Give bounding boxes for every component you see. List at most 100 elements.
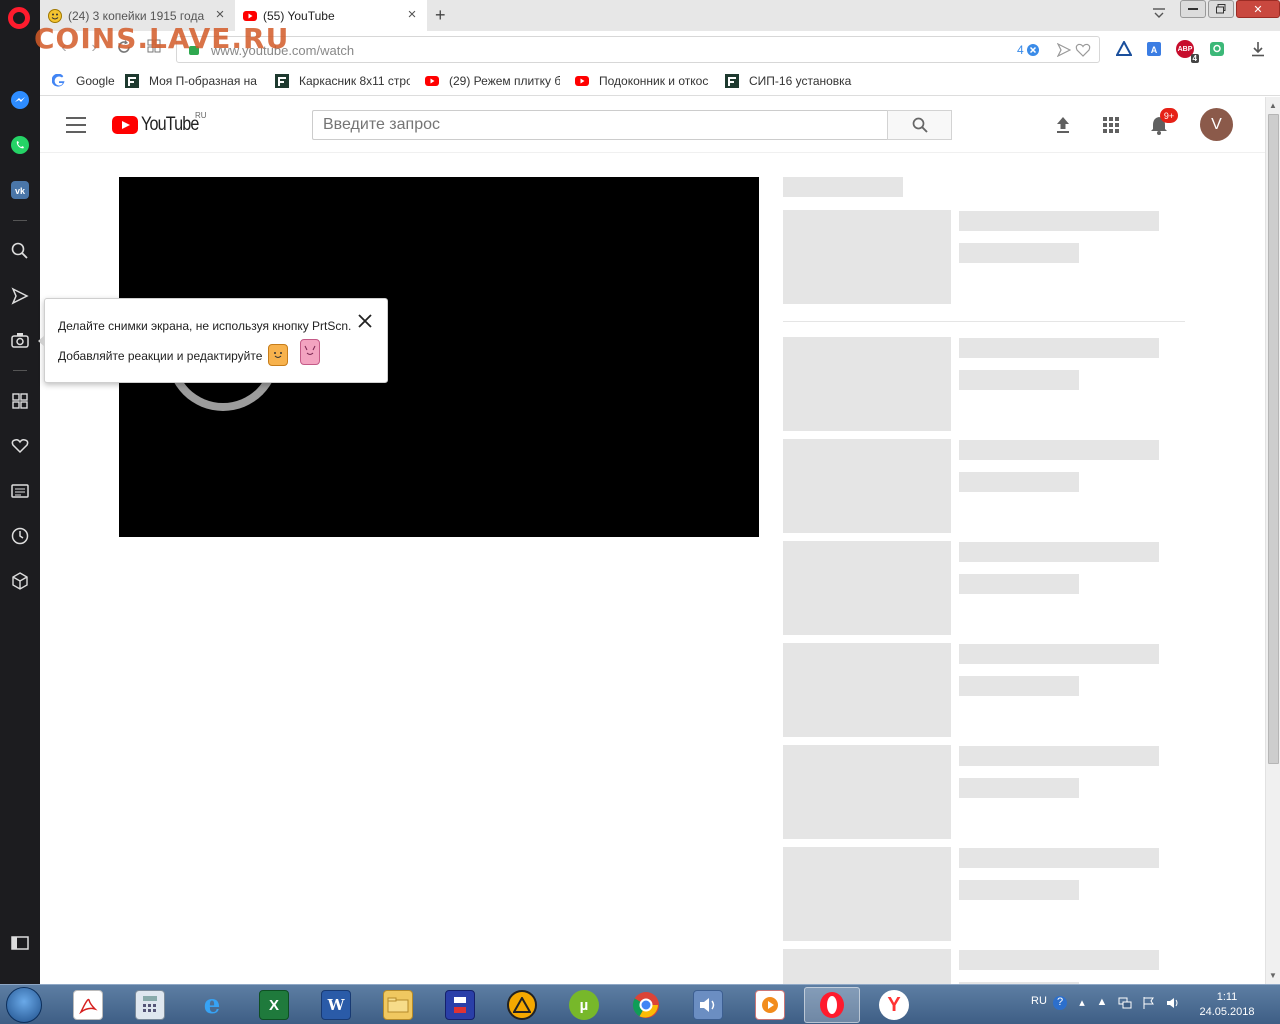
taskbar-volume-app[interactable] bbox=[680, 987, 736, 1023]
bookmark-item[interactable]: СИП-16 установка bbox=[725, 74, 865, 88]
search-icon[interactable] bbox=[8, 239, 32, 263]
bookmarks-bar: Google Моя П-образная на Каркасник 8х11 … bbox=[40, 68, 1280, 96]
network-icon[interactable] bbox=[1118, 996, 1132, 1010]
guide-menu-icon[interactable] bbox=[66, 117, 86, 133]
bookmark-heart-icon[interactable] bbox=[1075, 43, 1091, 60]
scroll-up-arrow-icon[interactable]: ▲ bbox=[1269, 101, 1277, 110]
start-button[interactable] bbox=[6, 987, 42, 1023]
skeleton-meta bbox=[959, 472, 1079, 492]
skeleton-meta bbox=[959, 574, 1079, 594]
bookmark-label: Подоконник и откос bbox=[599, 74, 709, 88]
messenger-icon[interactable] bbox=[8, 88, 32, 112]
skeleton-meta bbox=[959, 880, 1079, 900]
skeleton-meta bbox=[959, 243, 1079, 263]
taskbar-aimp[interactable] bbox=[494, 987, 550, 1023]
volume-icon[interactable] bbox=[1166, 996, 1180, 1010]
bookmark-item[interactable]: Подоконник и откос bbox=[575, 74, 710, 88]
bookmark-item[interactable]: (29) Режем плитку бо bbox=[425, 74, 560, 88]
tab-close-icon[interactable]: × bbox=[405, 7, 419, 22]
language-indicator[interactable]: RU bbox=[1031, 995, 1047, 1007]
close-icon[interactable] bbox=[357, 313, 373, 329]
taskbar-calculator[interactable] bbox=[122, 987, 178, 1023]
divider bbox=[783, 321, 1185, 322]
google-icon bbox=[52, 74, 66, 88]
tab-menu-icon[interactable] bbox=[1152, 6, 1166, 23]
taskbar-save-app[interactable] bbox=[432, 987, 488, 1023]
send-to-flow-icon[interactable] bbox=[1056, 42, 1072, 60]
tab-title: (24) 3 копейки 1915 года bbox=[68, 8, 205, 23]
taskbar-internet-explorer[interactable]: e bbox=[184, 987, 240, 1023]
window-controls: ✕ bbox=[1178, 0, 1280, 20]
apps-grid-icon[interactable] bbox=[1099, 113, 1123, 137]
chrome-icon bbox=[631, 990, 661, 1020]
news-icon[interactable] bbox=[8, 479, 32, 503]
utorrent-icon: µ bbox=[569, 990, 599, 1020]
bookmark-label: Моя П-образная на bbox=[149, 74, 257, 88]
restore-button[interactable] bbox=[1208, 0, 1234, 18]
minimize-button[interactable] bbox=[1180, 0, 1206, 18]
skeleton-title bbox=[959, 644, 1159, 664]
scroll-down-arrow-icon[interactable]: ▼ bbox=[1269, 971, 1277, 980]
translate-icon[interactable]: A bbox=[1145, 40, 1163, 58]
abp-label: ABP bbox=[1177, 45, 1193, 53]
abp-badge: 4 bbox=[1190, 54, 1199, 63]
taskbar-opera[interactable] bbox=[804, 987, 860, 1023]
url-input[interactable]: www.youtube.com/watch 4 bbox=[176, 36, 1100, 63]
whatsapp-icon[interactable] bbox=[8, 133, 32, 157]
taskbar-excel[interactable]: X bbox=[246, 987, 302, 1023]
taskbar-chrome[interactable] bbox=[618, 987, 674, 1023]
page-scrollbar[interactable]: ▲ ▼ bbox=[1265, 97, 1280, 984]
vpn-icon[interactable] bbox=[1208, 40, 1226, 58]
search-field[interactable] bbox=[312, 110, 888, 140]
taskbar-explorer[interactable] bbox=[370, 987, 426, 1023]
bookmark-item[interactable]: Каркасник 8х11 стро bbox=[275, 74, 410, 88]
bookmark-label: (29) Режем плитку бо bbox=[449, 74, 560, 88]
snapshot-camera-icon[interactable] bbox=[8, 328, 32, 352]
sidebar-toggle-icon[interactable] bbox=[8, 931, 32, 955]
search-button[interactable] bbox=[887, 110, 952, 140]
action-center-flag-icon[interactable] bbox=[1142, 996, 1156, 1010]
adblock-plus-icon[interactable]: ABP 4 bbox=[1176, 40, 1199, 63]
upload-icon[interactable] bbox=[1051, 113, 1075, 137]
bookmark-item[interactable]: Google bbox=[52, 74, 122, 88]
windows-taskbar: e X W µ Y RU ? ▴ ▲ 1:11 24.05.2018 bbox=[0, 984, 1280, 1024]
youtube-logo[interactable]: YouTube RU bbox=[112, 111, 209, 136]
speaker-icon bbox=[693, 990, 723, 1020]
flow-send-icon[interactable] bbox=[8, 284, 32, 308]
show-hidden-icons-icon[interactable]: ▲ bbox=[1095, 996, 1109, 1010]
taskbar-yandex-browser[interactable]: Y bbox=[866, 987, 922, 1023]
tray-arrow-icon[interactable]: ▴ bbox=[1075, 996, 1089, 1010]
close-window-button[interactable]: ✕ bbox=[1236, 0, 1280, 18]
heart-bookmarks-icon[interactable] bbox=[8, 434, 32, 458]
skeleton-thumbnail bbox=[783, 541, 951, 635]
skeleton-title bbox=[959, 848, 1159, 868]
tab-close-icon[interactable]: × bbox=[213, 7, 227, 22]
new-tab-button[interactable]: + bbox=[435, 5, 446, 26]
search-input[interactable] bbox=[313, 111, 888, 139]
taskbar-word[interactable]: W bbox=[308, 987, 364, 1023]
taskbar-acrobat[interactable] bbox=[60, 987, 116, 1023]
youtube-icon bbox=[575, 74, 589, 88]
downloads-icon[interactable] bbox=[1249, 40, 1267, 58]
vk-icon[interactable]: vk bbox=[8, 178, 32, 202]
avatar[interactable]: V bbox=[1200, 108, 1233, 141]
calculator-icon bbox=[135, 990, 165, 1020]
snapshot-tooltip: Делайте снимки экрана, не используя кноп… bbox=[38, 298, 388, 383]
system-clock[interactable]: 1:11 24.05.2018 bbox=[1196, 990, 1258, 1020]
extensions-cube-icon[interactable] bbox=[8, 569, 32, 593]
opera-menu-icon[interactable] bbox=[8, 7, 30, 29]
bookmark-label: Каркасник 8х11 стро bbox=[299, 74, 410, 88]
bookmark-item[interactable]: Моя П-образная на bbox=[125, 74, 260, 88]
help-icon[interactable]: ? bbox=[1053, 996, 1067, 1010]
alice-assistant-icon[interactable] bbox=[1115, 40, 1133, 58]
skeleton-thumbnail bbox=[783, 643, 951, 737]
speed-dial-icon[interactable] bbox=[8, 389, 32, 413]
notifications-badge: 9+ bbox=[1160, 108, 1178, 123]
history-clock-icon[interactable] bbox=[8, 524, 32, 548]
skeleton-title bbox=[959, 950, 1159, 970]
region-code: RU bbox=[195, 111, 207, 120]
adblock-counter[interactable]: 4 bbox=[1017, 43, 1039, 57]
taskbar-utorrent[interactable]: µ bbox=[556, 987, 612, 1023]
taskbar-media-player[interactable] bbox=[742, 987, 798, 1023]
scroll-thumb[interactable] bbox=[1268, 114, 1279, 764]
